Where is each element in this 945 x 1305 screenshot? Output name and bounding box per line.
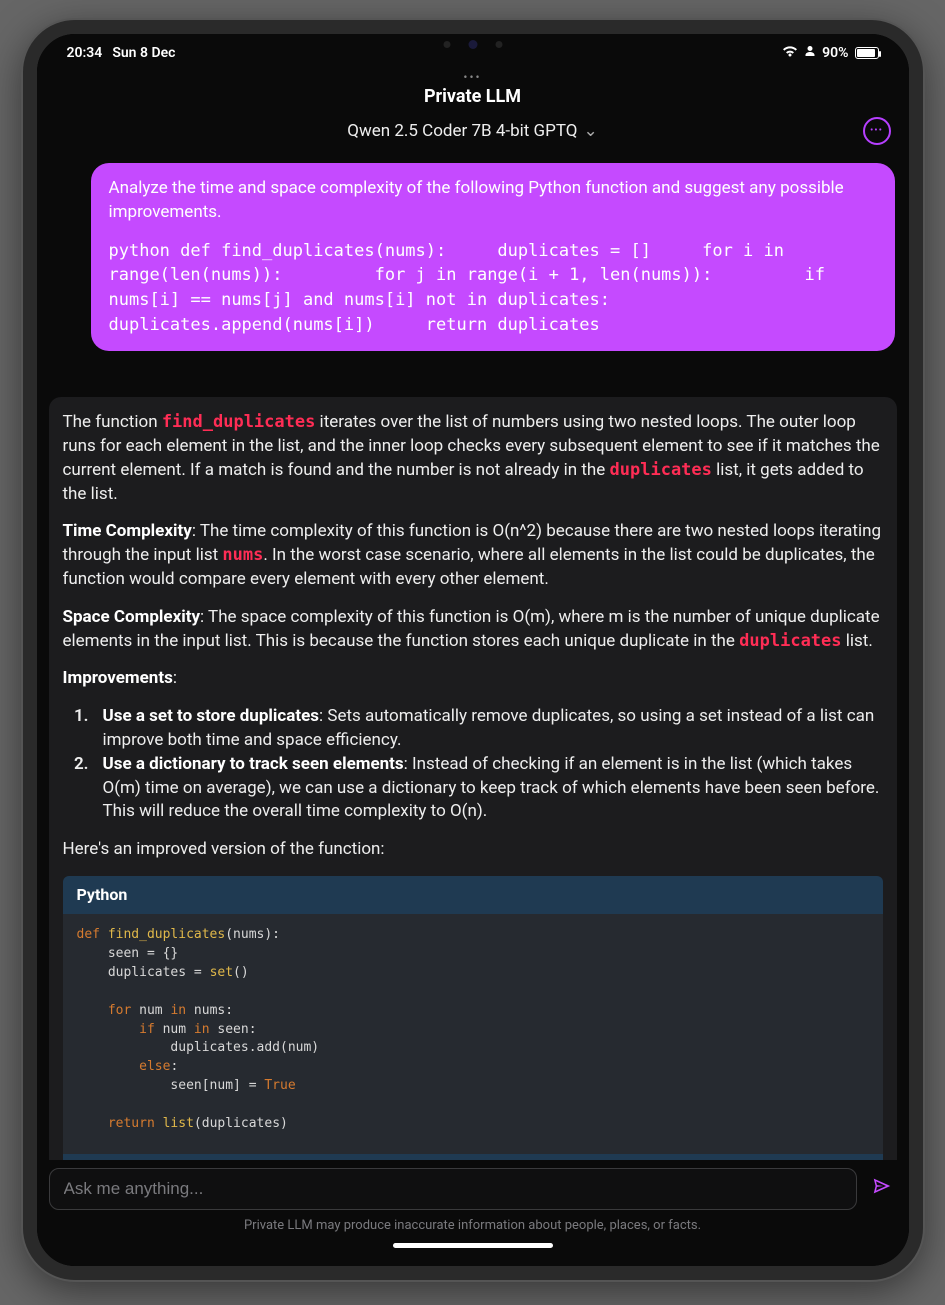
list-item: 1. Use a set to store duplicates: Sets a… [63,705,883,753]
handle-icon: ••• [37,70,909,84]
battery-icon [855,47,879,59]
home-indicator[interactable] [393,1243,553,1248]
improvements-list: 1. Use a set to store duplicates: Sets a… [63,705,883,824]
user-message-text: Analyze the time and space complexity of… [109,177,877,225]
status-time: 20:34 [67,45,103,61]
assistant-paragraph: Improvements: [63,667,883,691]
assistant-paragraph: The function find_duplicates iterates ov… [63,411,883,506]
user-message: Analyze the time and space complexity of… [91,163,895,351]
message-input[interactable] [49,1168,857,1210]
options-button[interactable]: ••• [863,117,891,145]
model-selector[interactable]: Qwen 2.5 Coder 7B 4-bit GPTQ⌄ [347,121,597,141]
assistant-paragraph: Time Complexity: The time complexity of … [63,520,883,591]
assistant-message: The function find_duplicates iterates ov… [49,397,897,1160]
screen: 20:34 Sun 8 Dec 90% ••• Private LLM Qwen… [37,34,909,1266]
chevron-down-icon: ⌄ [583,121,597,141]
wifi-icon [782,45,798,61]
inline-code: duplicates [739,631,841,651]
inline-code: nums [222,545,263,565]
user-message-code: python def find_duplicates(nums): duplic… [109,239,877,338]
assistant-paragraph: Space Complexity: The space complexity o… [63,606,883,654]
tablet-frame: 20:34 Sun 8 Dec 90% ••• Private LLM Qwen… [23,20,923,1280]
inline-code: duplicates [610,460,712,480]
disclaimer-text: Private LLM may produce inaccurate infor… [49,1218,897,1233]
code-content: def find_duplicates(nums): seen = {} dup… [63,914,883,1153]
chat-scroll[interactable]: Analyze the time and space complexity of… [37,141,909,1160]
app-title: Private LLM [37,86,909,107]
send-icon [871,1175,893,1197]
person-icon [804,45,816,61]
battery-percent: 90% [822,45,848,61]
assistant-paragraph: Here's an improved version of the functi… [63,838,883,862]
code-block: Python def find_duplicates(nums): seen =… [63,876,883,1160]
send-button[interactable] [867,1171,897,1207]
status-bar: 20:34 Sun 8 Dec 90% [37,34,909,66]
input-area: Private LLM may produce inaccurate infor… [37,1160,909,1266]
camera-cluster [443,40,502,49]
code-language-label: Python [63,876,883,914]
inline-code: find_duplicates [162,412,316,432]
status-date: Sun 8 Dec [112,45,175,61]
list-item: 2. Use a dictionary to track seen elemen… [63,753,883,824]
